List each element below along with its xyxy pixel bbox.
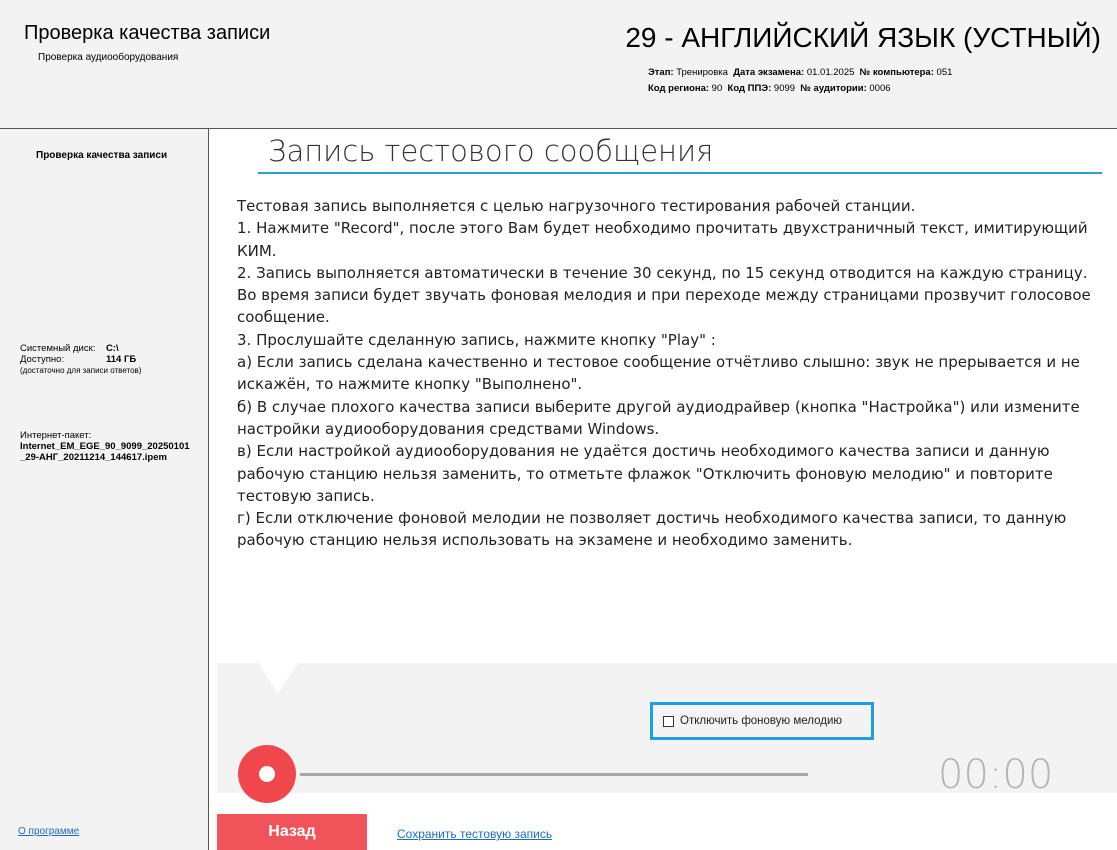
record-button[interactable] — [238, 745, 296, 803]
checkbox-box[interactable] — [663, 715, 674, 727]
region-value: 90 — [711, 83, 723, 94]
inet-label: Интернет-пакет: — [20, 430, 92, 441]
sidebar-title: Проверка качества записи — [36, 150, 168, 161]
exam-meta-row-1: Этап: Тренировка Дата экзамена: 01.01.20… — [648, 67, 952, 78]
title-underline — [258, 172, 1102, 174]
free-note: (достаточно для записи ответов) — [20, 366, 142, 375]
callout-pointer — [258, 663, 298, 693]
disk-info: Системный диск: C:\ Доступно: 114 ГБ (до… — [20, 343, 141, 376]
exam-meta-row-2: Код региона: 90 Код ППЭ: 9099 № аудитори… — [648, 83, 891, 94]
save-recording-link[interactable]: Сохранить тестовую запись — [397, 827, 552, 841]
exam-title: 29 - АНГЛИЙСКИЙ ЯЗЫК (УСТНЫЙ) — [625, 22, 1101, 53]
inet-value: Internet_EM_EGE_90_9099_20250101_29-АНГ_… — [20, 441, 190, 463]
region-label: Код региона: — [648, 83, 710, 94]
internet-package: Интернет-пакет: Internet_EM_EGE_90_9099_… — [20, 430, 190, 463]
disk-label: Системный диск: — [20, 343, 96, 354]
stage-label: Этап: — [648, 67, 674, 78]
instruction-line: 1. Нажмите "Record", после этого Вам буд… — [237, 219, 1088, 260]
disk-value: C:\ — [106, 343, 119, 354]
instruction-line: Тестовая запись выполняется с целью нагр… — [237, 197, 916, 215]
page-title: Запись тестового сообщения — [268, 134, 714, 168]
date-label: Дата экзамена: — [733, 67, 805, 78]
instruction-line: 2. Запись выполняется автоматически в те… — [237, 263, 1091, 327]
record-icon — [259, 766, 275, 782]
timer: 00:00 — [938, 752, 1054, 798]
sidebar: Проверка качества записи Системный диск:… — [0, 129, 209, 850]
free-label: Доступно: — [20, 354, 65, 365]
room-label: № аудитории: — [800, 83, 867, 94]
instruction-line: г) Если отключение фоновой мелодии не по… — [237, 509, 1067, 550]
disable-music-checkbox[interactable]: Отключить фоновую мелодию — [650, 702, 874, 740]
room-value: 0006 — [869, 83, 891, 94]
instruction-line: 3. Прослушайте сделанную запись, нажмите… — [237, 330, 716, 349]
app-title: Проверка качества записи — [24, 22, 271, 44]
instruction-line: в) Если настройкой аудиооборудования не … — [237, 442, 1053, 505]
ppe-label: Код ППЭ: — [727, 83, 772, 94]
instructions-panel: Тестовая запись выполняется с целью нагр… — [217, 183, 1117, 663]
recording-progress-bar — [300, 773, 808, 776]
instruction-line: а) Если запись сделана качественно и тес… — [237, 353, 1080, 394]
free-value: 114 ГБ — [106, 354, 137, 365]
computer-label: № компьютера: — [859, 67, 934, 78]
back-button[interactable]: Назад — [217, 814, 367, 850]
date-value: 01.01.2025 — [806, 67, 855, 78]
app-subtitle: Проверка аудиооборудования — [38, 52, 179, 63]
header: Проверка качества записи Проверка аудиоо… — [0, 0, 1117, 129]
computer-value: 051 — [936, 67, 953, 78]
about-link[interactable]: О программе — [18, 826, 79, 837]
instructions-text: Тестовая запись выполняется с целью нагр… — [237, 195, 1105, 552]
stage-value: Тренировка — [676, 67, 728, 78]
instruction-line: б) В случае плохого качества записи выбе… — [237, 397, 1080, 438]
checkbox-label: Отключить фоновую мелодию — [680, 715, 843, 727]
ppe-value: 9099 — [773, 83, 796, 94]
